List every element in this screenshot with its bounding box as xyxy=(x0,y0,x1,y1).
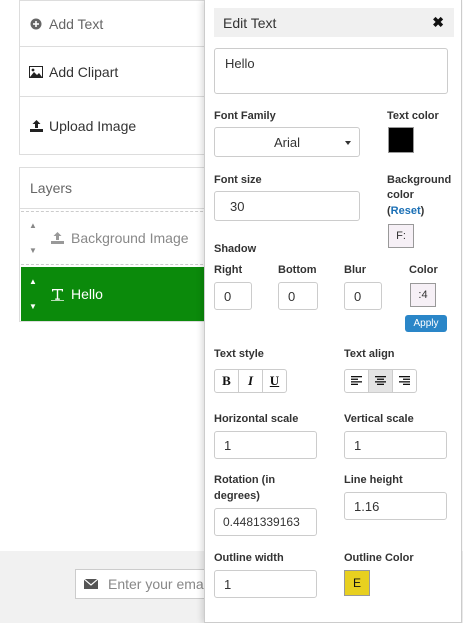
background-color-label-1: Background xyxy=(387,174,452,186)
shadow-blur-label: Blur xyxy=(344,264,366,276)
align-right-button[interactable] xyxy=(392,369,417,393)
upload-image-label: Upload Image xyxy=(49,117,137,134)
edit-text-header: Edit Text ✖ xyxy=(214,8,454,37)
shadow-bottom-field[interactable]: 0 xyxy=(278,282,318,310)
layers-header: Layers xyxy=(20,168,218,209)
chevron-down-icon xyxy=(345,141,351,145)
background-color-swatch[interactable]: F: xyxy=(388,224,414,248)
layers-panel: Layers ▲ ▼ Background Image ▲ ▼ Hello xyxy=(19,167,219,322)
edit-text-panel: Edit Text ✖ Hello Font Family Arial Text… xyxy=(204,0,462,623)
underline-button[interactable]: U xyxy=(262,369,287,393)
text-style-label: Text style xyxy=(214,348,264,360)
align-center-button[interactable] xyxy=(368,369,393,393)
text-content-field[interactable]: Hello xyxy=(214,48,448,94)
outline-color-swatch[interactable]: E xyxy=(344,570,370,596)
upload-icon xyxy=(51,232,67,244)
layer-hello[interactable]: ▲ ▼ Hello xyxy=(21,267,218,321)
reset-paren-close: ) xyxy=(420,205,425,217)
move-down-icon[interactable]: ▼ xyxy=(29,302,37,311)
upload-icon xyxy=(29,119,43,133)
vertical-scale-label: Vertical scale xyxy=(344,413,414,425)
outline-width-label: Outline width xyxy=(214,552,284,564)
shadow-color-swatch[interactable]: :4 xyxy=(410,283,436,307)
horizontal-scale-field[interactable]: 1 xyxy=(214,431,317,459)
font-size-field[interactable]: 30 xyxy=(214,191,360,221)
shadow-label: Shadow xyxy=(214,243,257,255)
text-color-label: Text color xyxy=(387,110,439,122)
reset-line: (Reset) xyxy=(387,203,424,219)
layer-label: Background Image xyxy=(71,230,189,246)
close-icon[interactable]: ✖ xyxy=(432,14,444,31)
outline-width-field[interactable]: 1 xyxy=(214,570,317,598)
text-color-swatch[interactable] xyxy=(388,127,414,153)
tool-menu: Add Text Add Clipart Upload Image xyxy=(19,0,219,155)
layer-label: Hello xyxy=(71,286,103,302)
shadow-bottom-label: Bottom xyxy=(278,264,317,276)
image-icon xyxy=(29,65,43,79)
layer-reorder-arrows[interactable]: ▲ ▼ xyxy=(21,221,45,255)
shadow-color-label: Color xyxy=(409,264,438,276)
text-icon xyxy=(51,288,67,301)
shadow-right-field[interactable]: 0 xyxy=(214,282,252,310)
upload-image-button[interactable]: Upload Image xyxy=(20,97,218,154)
background-color-label-2: color xyxy=(387,189,414,201)
align-left-icon xyxy=(351,373,362,389)
apply-button[interactable]: Apply xyxy=(405,315,447,332)
text-align-group xyxy=(344,369,417,393)
add-text-button[interactable]: Add Text xyxy=(20,1,218,47)
move-up-icon[interactable]: ▲ xyxy=(29,221,37,230)
italic-button[interactable]: I xyxy=(238,369,263,393)
outline-color-label: Outline Color xyxy=(344,552,414,564)
text-align-label: Text align xyxy=(344,348,395,360)
envelope-icon xyxy=(84,579,100,589)
reset-link[interactable]: Reset xyxy=(391,205,421,217)
layer-reorder-arrows[interactable]: ▲ ▼ xyxy=(21,277,45,311)
email-placeholder: Enter your ema xyxy=(108,576,204,592)
shadow-right-label: Right xyxy=(214,264,243,276)
bold-button[interactable]: B xyxy=(214,369,239,393)
rotation-label-2: degrees) xyxy=(214,490,260,502)
email-field[interactable]: Enter your ema xyxy=(75,569,225,599)
font-family-value: Arial xyxy=(273,134,300,150)
add-text-label: Add Text xyxy=(49,15,104,32)
line-height-field[interactable]: 1.16 xyxy=(344,492,447,520)
add-clipart-label: Add Clipart xyxy=(49,63,119,80)
add-clipart-button[interactable]: Add Clipart xyxy=(20,47,218,97)
font-size-label: Font size xyxy=(214,174,262,186)
text-style-group: B I U xyxy=(214,369,287,393)
line-height-label: Line height xyxy=(344,474,403,486)
rotation-label-1: Rotation (in xyxy=(214,474,276,486)
font-family-label: Font Family xyxy=(214,110,276,122)
move-up-icon[interactable]: ▲ xyxy=(29,277,37,286)
shadow-blur-field[interactable]: 0 xyxy=(344,282,382,310)
align-left-button[interactable] xyxy=(344,369,369,393)
rotation-field[interactable]: 0.4481339163 xyxy=(214,508,317,536)
horizontal-scale-label: Horizontal scale xyxy=(214,413,299,425)
move-down-icon[interactable]: ▼ xyxy=(29,246,37,255)
layer-background-image[interactable]: ▲ ▼ Background Image xyxy=(21,211,218,265)
plus-circle-icon xyxy=(29,17,43,31)
panel-title: Edit Text xyxy=(223,14,277,31)
font-family-select[interactable]: Arial xyxy=(214,127,360,157)
align-center-icon xyxy=(375,373,386,389)
vertical-scale-field[interactable]: 1 xyxy=(344,431,447,459)
align-right-icon xyxy=(399,373,410,389)
